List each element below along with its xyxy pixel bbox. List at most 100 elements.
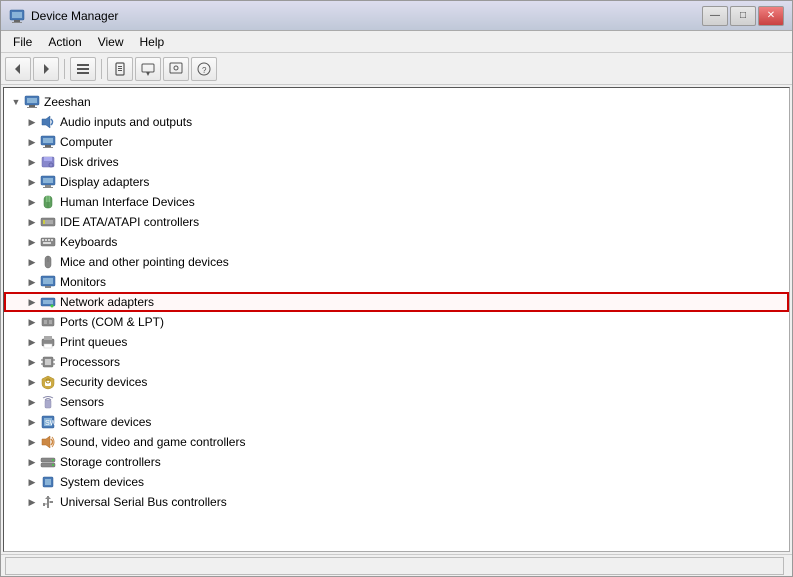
help-button[interactable]: ?: [191, 57, 217, 81]
expander-processors[interactable]: ▶: [24, 354, 40, 370]
back-button[interactable]: [5, 57, 31, 81]
icon-keyboards: [40, 234, 56, 250]
device-tree-container[interactable]: ▼ Zeeshan ▶ Audio inputs and outputs: [3, 87, 790, 552]
tree-item-hid[interactable]: ▶ Human Interface Devices: [4, 192, 789, 212]
expander-security[interactable]: ▶: [24, 374, 40, 390]
expander-ide[interactable]: ▶: [24, 214, 40, 230]
menu-view[interactable]: View: [90, 33, 132, 51]
expander-storage[interactable]: ▶: [24, 454, 40, 470]
tree-item-system[interactable]: ▶ System devices: [4, 472, 789, 492]
icon-usb: [40, 494, 56, 510]
label-ports: Ports (COM & LPT): [60, 315, 164, 329]
tree-item-monitors[interactable]: ▶ Monitors: [4, 272, 789, 292]
expander-ports[interactable]: ▶: [24, 314, 40, 330]
expander-sensors[interactable]: ▶: [24, 394, 40, 410]
tree-item-storage[interactable]: ▶ Storage controllers: [4, 452, 789, 472]
label-system: System devices: [60, 475, 144, 489]
label-usb: Universal Serial Bus controllers: [60, 495, 227, 509]
tree-item-security[interactable]: ▶ Security devices: [4, 372, 789, 392]
update-driver-button[interactable]: [135, 57, 161, 81]
label-security: Security devices: [60, 375, 147, 389]
icon-hid: [40, 194, 56, 210]
expander-audio[interactable]: ▶: [24, 114, 40, 130]
tree-item-mice[interactable]: ▶ Mice and other pointing devices: [4, 252, 789, 272]
expander-keyboards[interactable]: ▶: [24, 234, 40, 250]
title-bar: Device Manager — □ ✕: [1, 1, 792, 31]
icon-mice: [40, 254, 56, 270]
label-keyboards: Keyboards: [60, 235, 117, 249]
tree-item-sensors[interactable]: ▶ Sensors: [4, 392, 789, 412]
expander-sound[interactable]: ▶: [24, 434, 40, 450]
status-text: [5, 557, 784, 575]
computer-icon: [24, 94, 40, 110]
tree-item-ports[interactable]: ▶ Ports (COM & LPT): [4, 312, 789, 332]
expander-computer[interactable]: ▶: [24, 134, 40, 150]
tree-item-print[interactable]: ▶ Print queues: [4, 332, 789, 352]
icon-computer: [40, 134, 56, 150]
menu-file[interactable]: File: [5, 33, 40, 51]
label-processors: Processors: [60, 355, 120, 369]
expander-print[interactable]: ▶: [24, 334, 40, 350]
tree-item-display[interactable]: ▶ Display adapters: [4, 172, 789, 192]
root-expander[interactable]: ▼: [8, 94, 24, 110]
title-bar-controls: — □ ✕: [702, 6, 784, 26]
expander-hid[interactable]: ▶: [24, 194, 40, 210]
expander-disk[interactable]: ▶: [24, 154, 40, 170]
expander-usb[interactable]: ▶: [24, 494, 40, 510]
root-icon: [24, 94, 40, 110]
toolbar-separator-2: [101, 59, 102, 79]
label-sensors: Sensors: [60, 395, 104, 409]
label-software: Software devices: [60, 415, 151, 429]
update-icon: [141, 62, 155, 76]
root-label: Zeeshan: [44, 95, 91, 109]
expander-mice[interactable]: ▶: [24, 254, 40, 270]
label-audio: Audio inputs and outputs: [60, 115, 192, 129]
forward-button[interactable]: [33, 57, 59, 81]
close-button[interactable]: ✕: [758, 6, 784, 26]
tree-item-ide[interactable]: ▶ IDE ATA/ATAPI controllers: [4, 212, 789, 232]
label-hid: Human Interface Devices: [60, 195, 195, 209]
expander-software[interactable]: ▶: [24, 414, 40, 430]
tree-item-usb[interactable]: ▶ Universal Serial Bus controllers: [4, 492, 789, 512]
icon-software: SW: [40, 414, 56, 430]
expander-display[interactable]: ▶: [24, 174, 40, 190]
tree-item-processors[interactable]: ▶ Processors: [4, 352, 789, 372]
properties-button[interactable]: [107, 57, 133, 81]
tree-item-audio[interactable]: ▶ Audio inputs and outputs: [4, 112, 789, 132]
icon-sound: [40, 434, 56, 450]
show-hide-button[interactable]: [70, 57, 96, 81]
tree-item-keyboards[interactable]: ▶ Keyboards: [4, 232, 789, 252]
maximize-button[interactable]: □: [730, 6, 756, 26]
scan-button[interactable]: [163, 57, 189, 81]
tree-item-software[interactable]: ▶ SW Software devices: [4, 412, 789, 432]
tree-items-container: ▶ Audio inputs and outputs ▶ Computer ▶ …: [4, 112, 789, 512]
showhide-icon: [76, 62, 90, 76]
menu-help[interactable]: Help: [132, 33, 173, 51]
icon-system: [40, 474, 56, 490]
icon-sensors: [40, 394, 56, 410]
label-disk: Disk drives: [60, 155, 119, 169]
back-icon: [11, 62, 25, 76]
menu-bar: File Action View Help: [1, 31, 792, 53]
expander-system[interactable]: ▶: [24, 474, 40, 490]
menu-action[interactable]: Action: [40, 33, 89, 51]
icon-display: [40, 174, 56, 190]
icon-audio: [40, 114, 56, 130]
properties-icon: [113, 62, 127, 76]
icon-print: [40, 334, 56, 350]
label-computer: Computer: [60, 135, 113, 149]
expander-monitors[interactable]: ▶: [24, 274, 40, 290]
label-monitors: Monitors: [60, 275, 106, 289]
minimize-button[interactable]: —: [702, 6, 728, 26]
tree-item-computer[interactable]: ▶ Computer: [4, 132, 789, 152]
icon-network: [40, 294, 56, 310]
tree-item-sound[interactable]: ▶ Sound, video and game controllers: [4, 432, 789, 452]
tree-item-disk[interactable]: ▶ Disk drives: [4, 152, 789, 172]
tree-item-network[interactable]: ▶ Network adapters: [4, 292, 789, 312]
icon-storage: [40, 454, 56, 470]
forward-icon: [39, 62, 53, 76]
toolbar-separator-1: [64, 59, 65, 79]
expander-network[interactable]: ▶: [24, 294, 40, 310]
tree-root[interactable]: ▼ Zeeshan: [4, 92, 789, 112]
icon-processors: [40, 354, 56, 370]
